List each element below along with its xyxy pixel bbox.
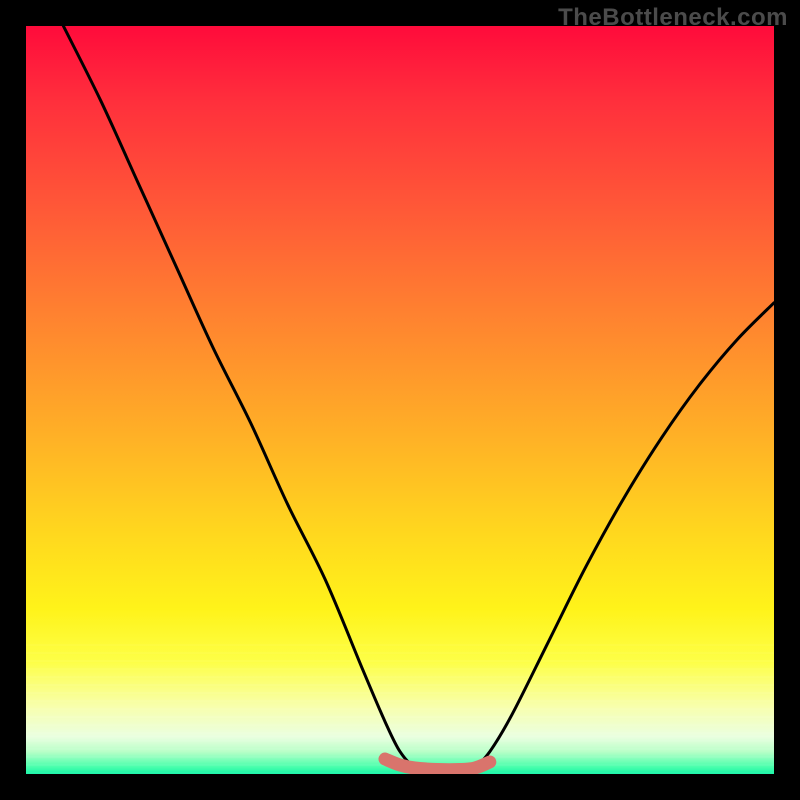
plot-area (26, 26, 774, 774)
curve-layer (26, 26, 774, 774)
bottleneck-curve-path (63, 26, 774, 771)
chart-frame: TheBottleneck.com (0, 0, 800, 800)
watermark-text: TheBottleneck.com (558, 4, 788, 32)
bottleneck-marker-path (385, 759, 490, 770)
